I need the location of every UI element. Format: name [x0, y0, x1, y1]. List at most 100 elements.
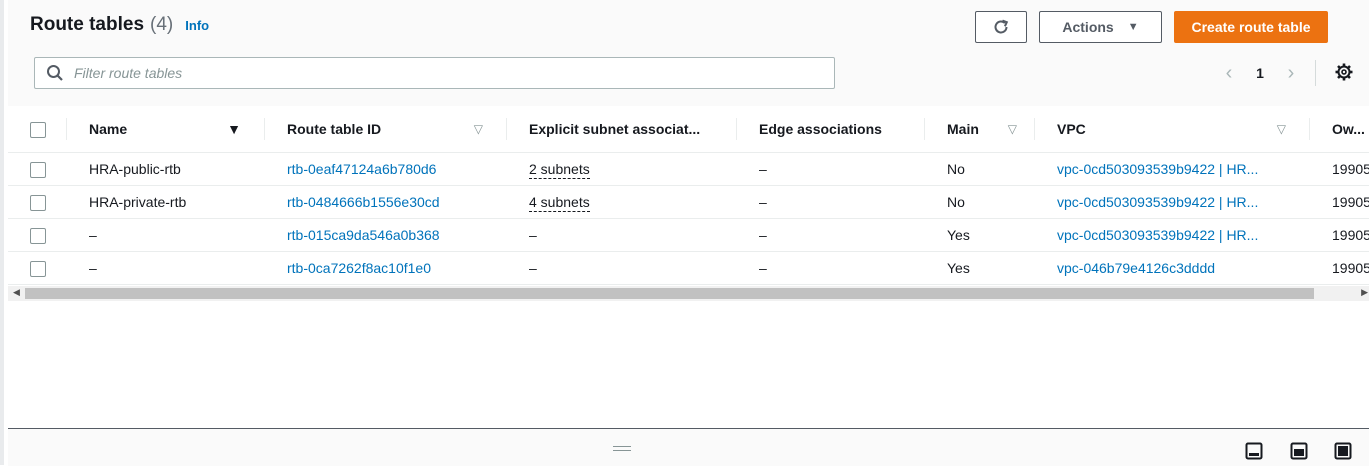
column-header-explicit-subnet[interactable]: Explicit subnet associat... — [507, 106, 737, 153]
column-label: Route table ID — [287, 121, 382, 137]
split-panel-bar — [8, 428, 1369, 466]
vpc-link[interactable]: vpc-0cd503093539b9422 | HR... — [1057, 227, 1258, 243]
route-table-id-link[interactable]: rtb-0eaf47124a6b780d6 — [287, 161, 436, 177]
select-all-checkbox[interactable] — [29, 121, 46, 138]
cell-route-table-id: rtb-015ca9da546a0b368 — [265, 218, 507, 252]
column-label: Main — [947, 121, 979, 137]
pagination: ‹ 1 › — [1218, 60, 1302, 86]
cell-subnets: 4 subnets — [507, 185, 737, 219]
subnets-popover-trigger[interactable]: 2 subnets — [529, 161, 590, 179]
cell-name: – — [67, 218, 265, 252]
cell-subnets: – — [507, 218, 737, 252]
row-select — [8, 218, 67, 252]
cell-vpc: vpc-0cd503093539b9422 | HR... — [1035, 152, 1310, 186]
cell-subnets: – — [507, 251, 737, 285]
table-row[interactable]: HRA-public-rtb rtb-0eaf47124a6b780d6 2 s… — [8, 152, 1369, 186]
row-checkbox[interactable] — [29, 194, 46, 211]
page-title: Route tables — [30, 14, 145, 35]
row-select — [8, 251, 67, 285]
cell-owner: 19905 — [1310, 185, 1369, 219]
column-label: Explicit subnet associat... — [529, 121, 701, 137]
row-checkbox[interactable] — [29, 227, 46, 244]
table-row[interactable]: HRA-private-rtb rtb-0484666b1556e30cd 4 … — [8, 185, 1369, 219]
row-checkbox[interactable] — [29, 161, 46, 178]
row-select — [8, 185, 67, 219]
route-table-id-link[interactable]: rtb-0ca7262f8ac10f1e0 — [287, 260, 431, 276]
route-tables-table: Name ▼ Route table ID ▽ Explicit subnet … — [8, 106, 1369, 286]
sort-icon[interactable]: ▽ — [474, 122, 483, 136]
column-label: VPC — [1057, 121, 1086, 137]
select-all-header — [8, 106, 67, 153]
column-header-owner[interactable]: Ow... — [1310, 106, 1369, 153]
sort-desc-icon[interactable]: ▼ — [227, 121, 241, 137]
cell-main: Yes — [925, 251, 1035, 285]
column-label: Edge associations — [759, 121, 882, 137]
split-full-icon[interactable] — [1334, 442, 1352, 460]
cell-subnets: 2 subnets — [507, 152, 737, 186]
cell-route-table-id: rtb-0eaf47124a6b780d6 — [265, 152, 507, 186]
cell-main: No — [925, 185, 1035, 219]
caret-down-icon: ▼ — [1127, 21, 1139, 33]
horizontal-scrollbar[interactable]: ◀ ▶ — [8, 286, 1369, 301]
item-count: (4) — [150, 14, 174, 35]
subnets-popover-trigger[interactable]: 4 subnets — [529, 194, 590, 212]
cell-vpc: vpc-0cd503093539b9422 | HR... — [1035, 185, 1310, 219]
page-number[interactable]: 1 — [1240, 65, 1280, 81]
cell-route-table-id: rtb-0484666b1556e30cd — [265, 185, 507, 219]
actions-button[interactable]: Actions ▼ — [1039, 11, 1162, 43]
cell-owner: 19905 — [1310, 218, 1369, 252]
refresh-button[interactable] — [975, 11, 1027, 43]
header-row: Name ▼ Route table ID ▽ Explicit subnet … — [8, 106, 1369, 153]
column-header-name[interactable]: Name ▼ — [67, 106, 265, 153]
route-table-id-link[interactable]: rtb-0484666b1556e30cd — [287, 194, 440, 210]
divider — [1315, 60, 1316, 86]
row-checkbox[interactable] — [29, 260, 46, 277]
title-row: Route tables (4) Info — [30, 14, 209, 36]
cell-vpc: vpc-046b79e4126c3dddd — [1035, 251, 1310, 285]
sort-icon[interactable]: ▽ — [1277, 122, 1286, 136]
cell-edge: – — [737, 251, 925, 285]
column-header-main[interactable]: Main ▽ — [925, 106, 1035, 153]
cell-route-table-id: rtb-0ca7262f8ac10f1e0 — [265, 251, 507, 285]
route-tables-panel: Route tables (4) Info Actions ▼ Create r… — [0, 0, 1369, 466]
refresh-icon — [994, 19, 1009, 34]
gear-icon[interactable] — [1334, 62, 1354, 82]
table-header: Route tables (4) Info Actions ▼ Create r… — [8, 0, 1369, 107]
cell-name: – — [67, 251, 265, 285]
cell-owner: 19905 — [1310, 251, 1369, 285]
row-select — [8, 152, 67, 186]
route-table-id-link[interactable]: rtb-015ca9da546a0b368 — [287, 227, 440, 243]
cell-main: No — [925, 152, 1035, 186]
table-row[interactable]: – rtb-015ca9da546a0b368 – – Yes vpc-0cd5… — [8, 218, 1369, 252]
resize-handle-icon[interactable] — [613, 446, 631, 452]
table-row[interactable]: – rtb-0ca7262f8ac10f1e0 – – Yes vpc-046b… — [8, 251, 1369, 285]
next-page-icon[interactable]: › — [1280, 62, 1302, 85]
cell-vpc: vpc-0cd503093539b9422 | HR... — [1035, 218, 1310, 252]
split-bottom-icon[interactable] — [1245, 442, 1263, 460]
column-header-route-table-id[interactable]: Route table ID ▽ — [265, 106, 507, 153]
cell-edge: – — [737, 185, 925, 219]
vpc-link[interactable]: vpc-0cd503093539b9422 | HR... — [1057, 161, 1258, 177]
prev-page-icon[interactable]: ‹ — [1218, 62, 1240, 85]
cell-name: HRA-private-rtb — [67, 185, 265, 219]
scroll-left-icon[interactable]: ◀ — [13, 287, 20, 298]
column-header-edge-associations[interactable]: Edge associations — [737, 106, 925, 153]
column-label: Ow... — [1332, 121, 1365, 137]
sort-icon[interactable]: ▽ — [1008, 122, 1017, 136]
scrollbar-thumb[interactable] — [25, 288, 1314, 299]
cell-edge: – — [737, 218, 925, 252]
info-link[interactable]: Info — [185, 18, 209, 33]
create-route-table-button[interactable]: Create route table — [1174, 11, 1328, 43]
vpc-link[interactable]: vpc-0cd503093539b9422 | HR... — [1057, 194, 1258, 210]
cell-name: HRA-public-rtb — [67, 152, 265, 186]
vpc-link[interactable]: vpc-046b79e4126c3dddd — [1057, 260, 1215, 276]
cell-owner: 19905 — [1310, 152, 1369, 186]
filter-box — [34, 57, 835, 89]
column-header-vpc[interactable]: VPC ▽ — [1035, 106, 1310, 153]
split-middle-icon[interactable] — [1290, 442, 1308, 460]
filter-input[interactable] — [72, 64, 816, 82]
actions-label: Actions — [1062, 19, 1114, 35]
cell-main: Yes — [925, 218, 1035, 252]
scroll-right-icon[interactable]: ▶ — [1361, 287, 1368, 298]
cell-edge: – — [737, 152, 925, 186]
